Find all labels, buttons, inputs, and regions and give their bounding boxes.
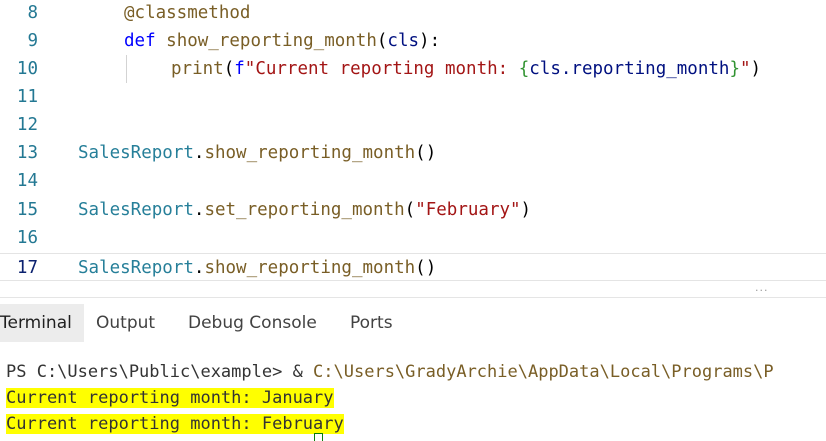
function-name: show_reporting_month xyxy=(166,31,377,51)
function-name: print xyxy=(171,59,224,79)
code-text: @classmethod xyxy=(124,0,250,27)
code-line-9[interactable]: 9 def show_reporting_month(cls): xyxy=(0,27,826,55)
line-number: 14 xyxy=(16,171,38,191)
highlighted-output: Current reporting month: February xyxy=(6,414,344,434)
brace: } xyxy=(729,59,740,79)
line-number: 11 xyxy=(16,87,38,107)
paren: ( xyxy=(223,59,235,79)
terminal-output-line: Current reporting month: February xyxy=(2,411,348,437)
panel-tabs: Terminal Output Debug Console Ports xyxy=(0,298,826,348)
terminal-prompt: PS C:\Users\Public\example> & xyxy=(6,362,314,382)
terminal-output[interactable]: PS C:\Users\Public\example> & C:\Users\G… xyxy=(0,358,826,441)
code-line-11[interactable]: 11 xyxy=(0,83,826,111)
line-number: 16 xyxy=(16,228,38,248)
code-editor[interactable]: 8 @classmethod 9 def show_reporting_mont… xyxy=(0,0,826,290)
line-number: 17 xyxy=(16,258,38,278)
code-text: SalesReport.set_reporting_month("Februar… xyxy=(78,196,531,224)
class-name: SalesReport xyxy=(78,200,194,220)
paren: ): xyxy=(419,31,441,51)
tab-debug-console[interactable]: Debug Console xyxy=(176,304,329,342)
code-line-10[interactable]: 10 print(f"Current reporting month: {cls… xyxy=(0,55,826,83)
line-number: 10 xyxy=(16,59,38,79)
code-line-13[interactable]: 13 SalesReport.show_reporting_month() xyxy=(0,139,826,167)
indent-guide xyxy=(126,55,127,83)
decorator: @classmethod xyxy=(124,3,251,23)
terminal-output-line: Current reporting month: January xyxy=(2,385,338,411)
function-name: show_reporting_month xyxy=(204,258,416,278)
paren: () xyxy=(415,143,437,163)
paren: ( xyxy=(404,200,416,220)
string: "Current reporting month: xyxy=(244,59,519,79)
brace: { xyxy=(518,59,530,79)
code-line-8[interactable]: 8 @classmethod xyxy=(0,0,826,27)
terminal-command-path: C:\Users\GradyArchie\AppData\Local\Progr… xyxy=(313,362,774,382)
line-number: 8 xyxy=(27,3,38,23)
sash-handle-icon: ··· xyxy=(755,284,769,297)
tab-output[interactable]: Output xyxy=(84,304,167,342)
paren: ) xyxy=(750,59,762,79)
paren: ( xyxy=(376,31,388,51)
code-line-12[interactable]: 12 xyxy=(0,111,826,139)
keyword: def xyxy=(124,31,156,51)
dot: . xyxy=(193,258,205,278)
line-number: 12 xyxy=(16,115,38,135)
terminal-command-line: PS C:\Users\Public\example> & C:\Users\G… xyxy=(6,359,774,385)
class-name: SalesReport xyxy=(78,143,194,163)
function-name: show_reporting_month xyxy=(204,143,416,163)
line-number: 13 xyxy=(16,143,38,163)
expression: cls.reporting_month xyxy=(529,59,730,79)
string: " xyxy=(740,59,751,79)
code-text: def show_reporting_month(cls): xyxy=(124,27,440,55)
code-text: SalesReport.show_reporting_month() xyxy=(78,254,436,282)
class-name: SalesReport xyxy=(78,258,194,278)
dot: . xyxy=(193,200,205,220)
dot: . xyxy=(193,143,205,163)
panel-resize-sash[interactable]: ··· xyxy=(0,284,826,297)
code-text: print(f"Current reporting month: {cls.re… xyxy=(171,55,761,83)
code-line-15[interactable]: 15 SalesReport.set_reporting_month("Febr… xyxy=(0,196,826,224)
code-line-14[interactable]: 14 xyxy=(0,167,826,195)
paren: ) xyxy=(520,200,532,220)
function-name: set_reporting_month xyxy=(204,200,405,220)
parameter: cls xyxy=(387,31,420,51)
fstring-prefix: f xyxy=(234,59,245,79)
line-number: 9 xyxy=(27,31,38,51)
code-line-16[interactable]: 16 xyxy=(0,224,826,252)
code-line-17-current[interactable]: 17 SalesReport.show_reporting_month() xyxy=(0,253,826,281)
tab-terminal[interactable]: Terminal xyxy=(0,304,84,342)
tab-ports[interactable]: Ports xyxy=(338,304,405,342)
paren: () xyxy=(415,258,437,278)
string: "February" xyxy=(415,200,521,220)
code-text: SalesReport.show_reporting_month() xyxy=(78,139,436,167)
highlighted-output: Current reporting month: January xyxy=(6,388,334,408)
bottom-panel: Terminal Output Debug Console Ports PS C… xyxy=(0,297,826,441)
line-number: 15 xyxy=(16,200,38,220)
